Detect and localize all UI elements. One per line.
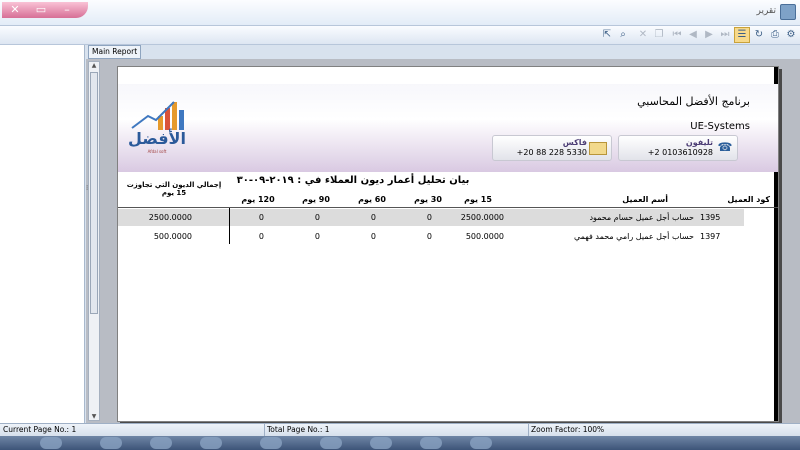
cell-90: 0 <box>314 232 320 241</box>
cell-60: 0 <box>370 213 376 222</box>
col-header-total-line1: إجمالي الديون التي تجاوزت <box>126 181 222 189</box>
taskbar-app-icon[interactable] <box>260 437 282 449</box>
col-header-30: 30 يوم <box>414 195 442 204</box>
group-tree-pane[interactable] <box>0 45 85 423</box>
taskbar-app-icon[interactable] <box>470 437 492 449</box>
col-header-total: إجمالي الديون التي تجاوزت 15 يوم <box>122 181 226 197</box>
window-title: تقرير <box>756 6 777 16</box>
scroll-thumb[interactable] <box>90 72 98 314</box>
next-page-icon[interactable]: ▶ <box>702 28 716 42</box>
tab-main-report[interactable]: Main Report <box>88 45 142 59</box>
status-separator <box>528 424 529 436</box>
cell-15: 500.0000 <box>465 232 504 241</box>
company-subtitle: UE-Systems <box>690 121 750 132</box>
taskbar <box>0 436 800 450</box>
cell-code: 1397 <box>700 232 721 241</box>
cell-120: 0 <box>258 213 264 222</box>
company-name: برنامج الأفضل المحاسبي <box>637 95 750 108</box>
phone-icon: ☎ <box>717 140 733 154</box>
cell-total: 500.0000 <box>153 232 192 241</box>
splitter-grip-icon[interactable]: ⁞ <box>86 184 88 192</box>
taskbar-app-icon[interactable] <box>420 437 442 449</box>
copy-icon[interactable]: ❐ <box>652 28 666 42</box>
col-header-120: 120 يوم <box>241 195 275 204</box>
scroll-down-icon[interactable]: ▼ <box>89 413 99 420</box>
company-logo: الأفضل Afdal soft <box>128 98 186 154</box>
cell-30: 0 <box>426 232 432 241</box>
close-icon[interactable]: ✕ <box>6 3 24 16</box>
window-controls: ✕ ▭ – <box>2 2 88 18</box>
col-header-90: 90 يوم <box>302 195 330 204</box>
report-toolbar: ⇱ ⌕ ✕ ❐ ⏮ ◀ ▶ ⏭ ☰ ↻ ⎙ ⚙ <box>0 26 800 45</box>
tab-strip: Main Report <box>86 45 800 59</box>
taskbar-app-icon[interactable] <box>200 437 222 449</box>
title-bar: ✕ ▭ – تقرير <box>0 0 800 26</box>
cell-30: 0 <box>426 213 432 222</box>
cell-total: 2500.0000 <box>148 213 192 222</box>
col-header-15: 15 يوم <box>464 195 492 204</box>
last-page-icon[interactable]: ⏭ <box>718 28 732 42</box>
cell-60: 0 <box>370 232 376 241</box>
report-page: برنامج الأفضل المحاسبي UE-Systems ☎ تليف… <box>117 66 779 422</box>
cell-120: 0 <box>258 232 264 241</box>
col-header-name: أسم العميل <box>622 195 668 204</box>
taskbar-app-icon[interactable] <box>40 437 62 449</box>
export-icon[interactable]: ⇱ <box>600 28 614 42</box>
binoculars-icon[interactable]: ⌕ <box>616 28 630 42</box>
page-setup-icon[interactable]: ⚙ <box>784 28 798 42</box>
cell-name: حساب أجل عميل رامي محمد فهمي <box>574 232 694 241</box>
tree-toggle-icon[interactable]: ☰ <box>734 27 750 43</box>
cell-name: حساب أجل عميل حسام محمود <box>589 213 694 222</box>
phone-value: +2 0103610928 <box>647 148 713 157</box>
cell-90: 0 <box>314 213 320 222</box>
zoom-status: Zoom Factor: 100% <box>531 425 605 434</box>
logo-subtext: Afdal soft <box>147 149 167 154</box>
taskbar-app-icon[interactable] <box>320 437 342 449</box>
refresh-icon[interactable]: ↻ <box>752 28 766 42</box>
vertical-scrollbar[interactable]: ▲ ▼ <box>88 61 100 421</box>
close-icon[interactable]: ✕ <box>636 28 650 42</box>
cell-code: 1395 <box>700 213 721 222</box>
app-icon <box>780 4 796 20</box>
fax-value: +20 88 228 5330 <box>516 148 587 157</box>
fax-label: فاكس <box>562 138 587 147</box>
report-header-banner: برنامج الأفضل المحاسبي UE-Systems ☎ تليف… <box>118 84 778 172</box>
taskbar-app-icon[interactable] <box>100 437 122 449</box>
status-bar: Current Page No.: 1 Total Page No.: 1 Zo… <box>0 423 800 436</box>
phone-label: تليفون <box>685 138 713 147</box>
logo-bars-icon <box>131 101 184 130</box>
fax-box: فاكس +20 88 228 5330 <box>492 135 612 161</box>
taskbar-app-icon[interactable] <box>370 437 392 449</box>
status-separator <box>264 424 265 436</box>
total-column-divider <box>229 208 230 244</box>
minimize-icon[interactable]: – <box>58 3 76 16</box>
current-page-status: Current Page No.: 1 <box>3 425 77 434</box>
taskbar-app-icon[interactable] <box>150 437 172 449</box>
table-row: 1395 حساب أجل عميل حسام محمود 2500.0000 … <box>118 209 744 226</box>
envelope-icon <box>589 142 607 155</box>
header-divider <box>118 207 778 208</box>
total-page-status: Total Page No.: 1 <box>267 425 330 434</box>
prev-page-icon[interactable]: ◀ <box>686 28 700 42</box>
logo-text: الأفضل <box>128 129 186 148</box>
col-header-code: كود العميل <box>727 195 770 204</box>
maximize-icon[interactable]: ▭ <box>32 3 50 16</box>
cell-15: 2500.0000 <box>460 213 504 222</box>
first-page-icon[interactable]: ⏮ <box>670 28 684 42</box>
col-header-total-line2: 15 يوم <box>161 189 187 197</box>
col-header-60: 60 يوم <box>358 195 386 204</box>
scroll-up-icon[interactable]: ▲ <box>89 62 99 69</box>
report-viewer: ▲ ▼ ⁞ برنامج الأفضل المحاسبي UE-Systems … <box>86 59 800 423</box>
print-icon[interactable]: ⎙ <box>768 28 782 42</box>
phone-box: ☎ تليفون +2 0103610928 <box>618 135 738 161</box>
table-row: 1397 حساب أجل عميل رامي محمد فهمي 500.00… <box>118 228 744 245</box>
